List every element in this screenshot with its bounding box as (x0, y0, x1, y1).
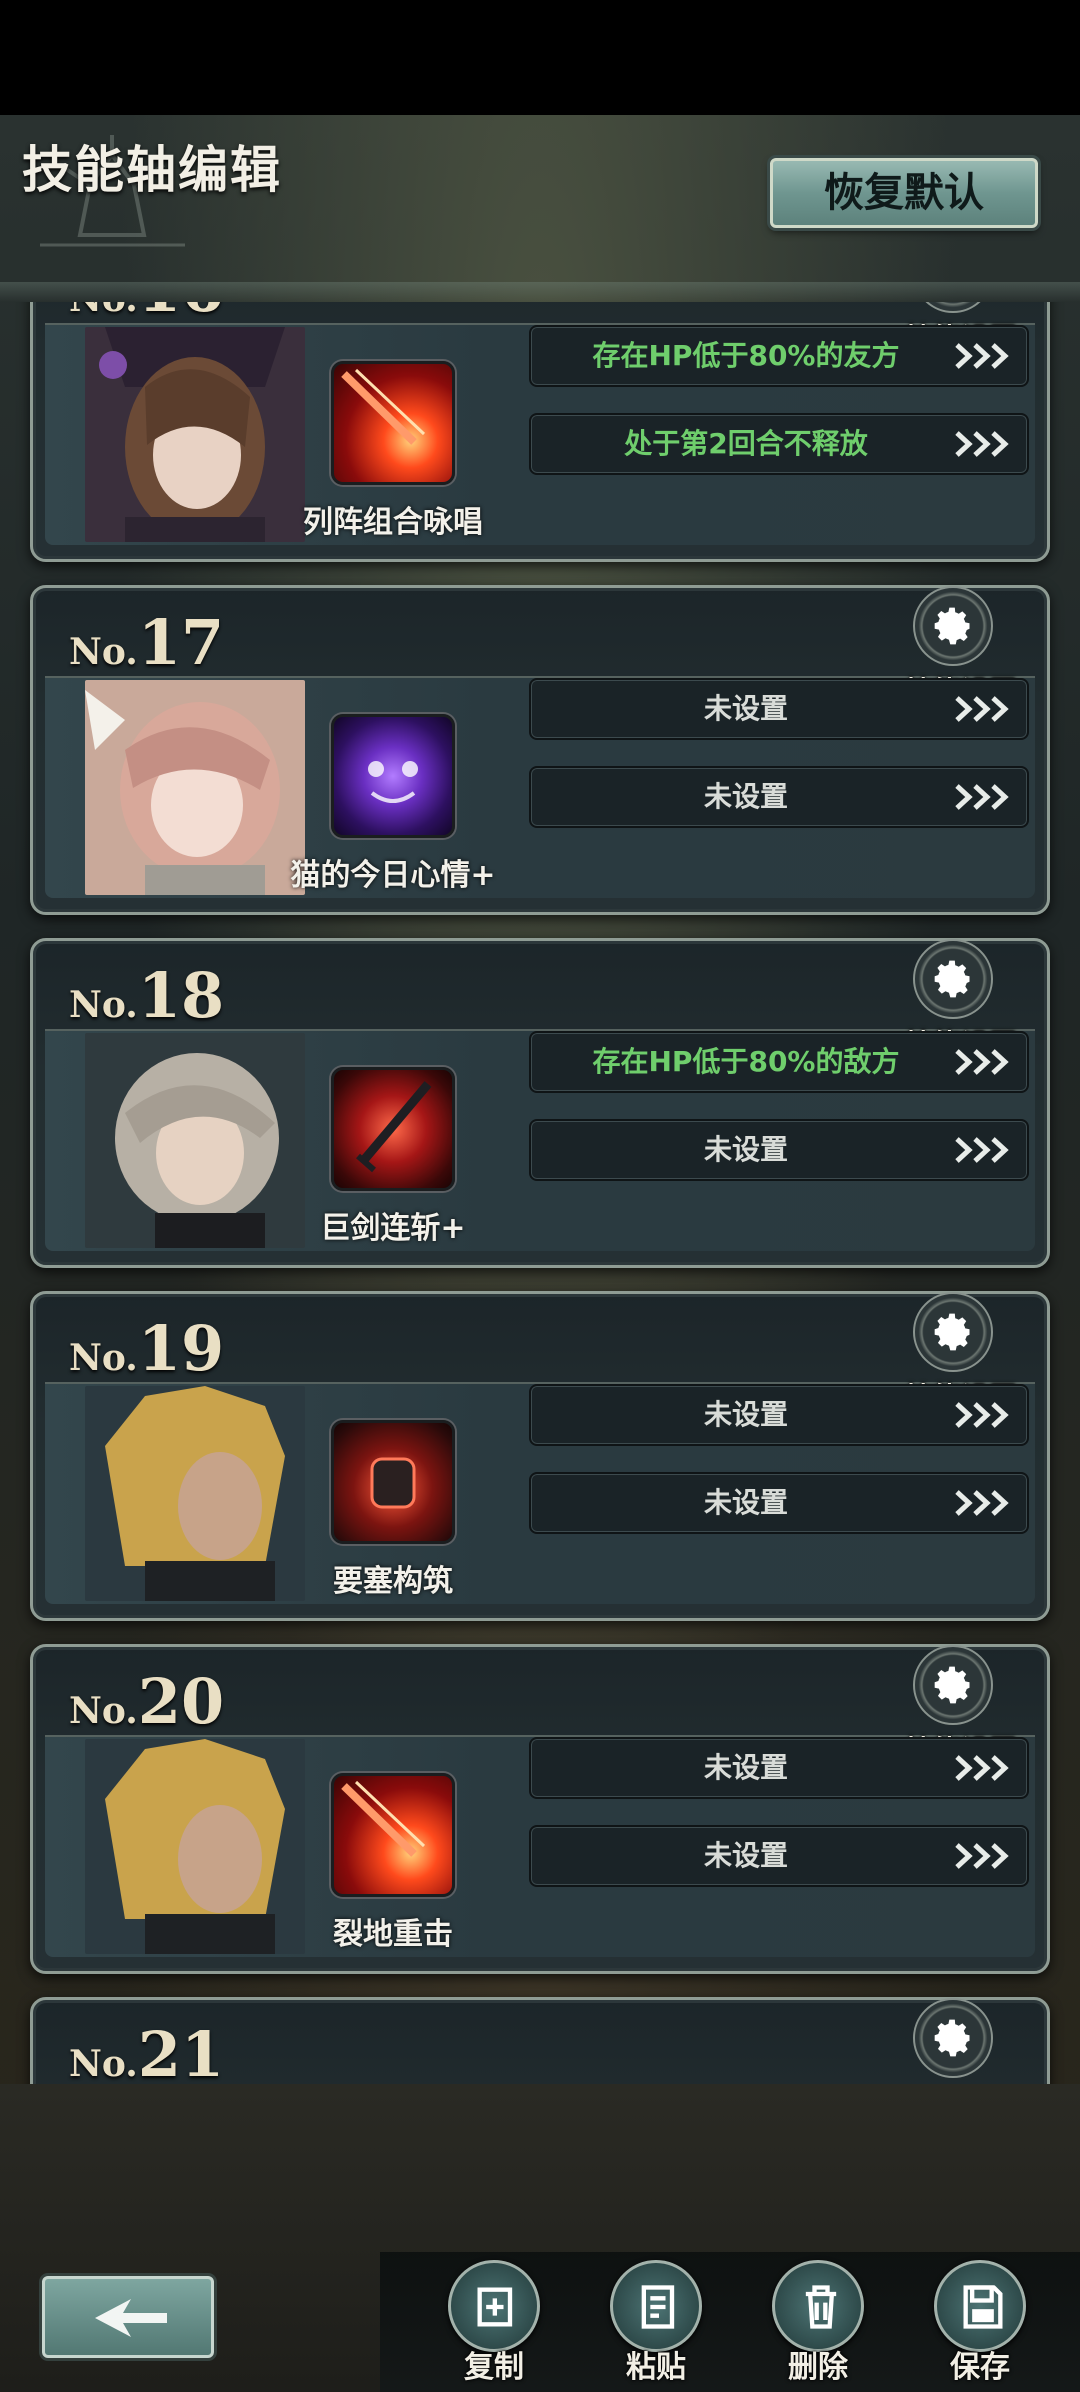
triple-chevron-icon (955, 1490, 1009, 1516)
card-number: No.17 (69, 606, 225, 679)
save-icon-circle (934, 2260, 1026, 2352)
condition-text: 存在HP低于80%的敌方 (592, 1045, 900, 1078)
skill-icon[interactable] (331, 1067, 455, 1191)
skill-settings-button[interactable] (913, 1998, 993, 2078)
save-icon (963, 2285, 1003, 2329)
skill-icon[interactable] (331, 1420, 455, 1544)
card-number: No.16 (69, 302, 224, 326)
triple-chevron-icon (955, 1843, 1009, 1869)
character-portrait (85, 327, 305, 542)
card-number: No.21 (69, 2018, 225, 2084)
copy-icon (477, 2287, 513, 2327)
copy-button[interactable]: 复制 (434, 2260, 554, 2392)
character-portrait (85, 680, 305, 895)
triple-chevron-icon (955, 696, 1009, 722)
gear-icon (934, 960, 970, 998)
character-portrait (85, 1739, 305, 1954)
triple-chevron-icon (955, 1402, 1009, 1428)
condition-slot-2[interactable]: 未设置 (529, 1825, 1029, 1887)
skill-list-viewport[interactable]: No.16 技能设置 列阵组合咏唱 (0, 302, 1080, 2084)
skill-card-17: No.17 技能设置 猫的今日心情+ 未设置 (30, 585, 1050, 915)
copy-label: 复制 (464, 2350, 524, 2385)
paste-label: 粘贴 (626, 2350, 686, 2385)
card-number: No.18 (69, 959, 225, 1032)
skill-card-20: No.20 技能设置 裂地重击 未设置 (30, 1644, 1050, 1974)
condition-text: 处于第2回合不释放 (624, 427, 868, 460)
skill-icon[interactable] (331, 361, 455, 485)
paste-icon (641, 2285, 675, 2329)
skill-name: 列阵组合咏唱 (303, 505, 483, 540)
paste-icon-circle (610, 2260, 702, 2352)
condition-slot-1[interactable]: 未设置 (529, 1384, 1029, 1446)
back-arrow-icon (95, 2299, 167, 2337)
condition-slot-1[interactable]: 未设置 (529, 678, 1029, 740)
condition-slot-2[interactable]: 未设置 (529, 1472, 1029, 1534)
restore-default-button[interactable]: 恢复默认 (770, 158, 1038, 228)
skill-settings-button[interactable] (913, 302, 993, 313)
card-number: No.20 (69, 1665, 225, 1738)
condition-slot-2[interactable]: 处于第2回合不释放 (529, 413, 1029, 475)
skill-name: 裂地重击 (333, 1917, 453, 1952)
condition-slot-1[interactable]: 未设置 (529, 1737, 1029, 1799)
skill-card-19: No.19 技能设置 要塞构筑 未设置 (30, 1291, 1050, 1621)
condition-slot-2[interactable]: 未设置 (529, 1119, 1029, 1181)
gear-icon (934, 607, 970, 645)
triple-chevron-icon (955, 343, 1009, 369)
copy-icon-circle (448, 2260, 540, 2352)
header-divider (0, 282, 1080, 302)
skill-card-16: No.16 技能设置 列阵组合咏唱 (30, 302, 1050, 562)
skill-settings-button[interactable] (913, 1645, 993, 1725)
triple-chevron-icon (955, 1137, 1009, 1163)
delete-icon-circle (772, 2260, 864, 2352)
card-number: No.19 (69, 1312, 225, 1385)
triple-chevron-icon (955, 431, 1009, 457)
character-portrait (85, 1386, 305, 1601)
delete-label: 删除 (788, 2350, 848, 2385)
gear-icon (934, 2019, 970, 2057)
condition-slot-1[interactable]: 存在HP低于80%的敌方 (529, 1031, 1029, 1093)
page-title: 技能轴编辑 (22, 141, 282, 199)
gear-icon (934, 1666, 970, 1704)
skill-name: 猫的今日心情+ (290, 858, 496, 893)
skill-settings-button[interactable] (913, 1292, 993, 1372)
skill-name: 巨剑连斩+ (320, 1211, 466, 1246)
skill-icon[interactable] (331, 1773, 455, 1897)
triple-chevron-icon (955, 784, 1009, 810)
save-label: 保存 (950, 2350, 1010, 2385)
triple-chevron-icon (955, 1049, 1009, 1075)
condition-text: 未设置 (703, 780, 788, 813)
back-button[interactable] (42, 2276, 214, 2358)
gear-icon (934, 1313, 970, 1351)
condition-text: 未设置 (703, 1486, 788, 1519)
triple-chevron-icon (955, 1755, 1009, 1781)
skill-icon[interactable] (331, 714, 455, 838)
paste-button[interactable]: 粘贴 (596, 2260, 716, 2392)
condition-slot-2[interactable]: 未设置 (529, 766, 1029, 828)
condition-text: 未设置 (703, 1398, 788, 1431)
save-button[interactable]: 保存 (920, 2260, 1040, 2392)
skill-card-21: No.21 (30, 1997, 1050, 2084)
trash-icon (805, 2285, 837, 2329)
skill-card-18: No.18 技能设置 巨剑连斩+ 存在HP低于80%的敌方 (30, 938, 1050, 1268)
skill-name: 要塞构筑 (333, 1564, 453, 1599)
condition-text: 未设置 (703, 692, 788, 725)
status-bar-area (0, 0, 1080, 115)
delete-button[interactable]: 删除 (758, 2260, 878, 2392)
skill-settings-button[interactable] (913, 939, 993, 1019)
condition-text: 未设置 (703, 1839, 788, 1872)
condition-slot-1[interactable]: 存在HP低于80%的友方 (529, 325, 1029, 387)
skill-settings-button[interactable] (913, 586, 993, 666)
condition-text: 未设置 (703, 1133, 788, 1166)
condition-text: 未设置 (703, 1751, 788, 1784)
condition-text: 存在HP低于80%的友方 (592, 339, 900, 372)
character-portrait (85, 1033, 305, 1248)
